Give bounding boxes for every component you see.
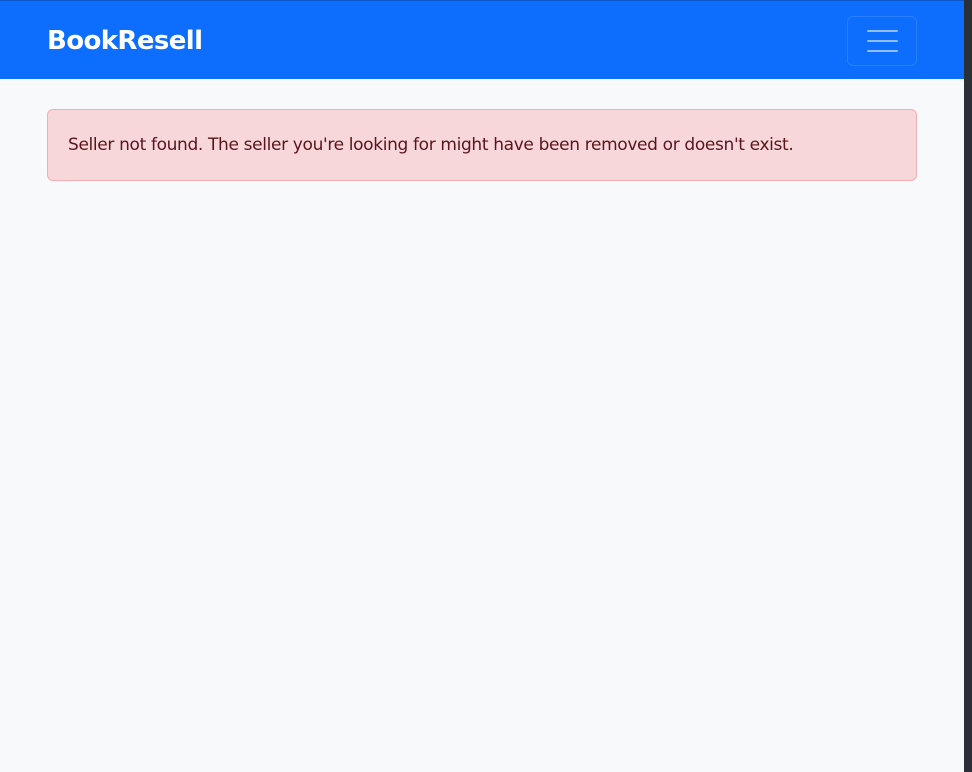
brand-link[interactable]: BookResell xyxy=(47,23,203,59)
alert-message: Seller not found. The seller you're look… xyxy=(68,135,794,155)
scrollbar[interactable] xyxy=(964,0,972,772)
top-navbar: BookResell xyxy=(0,0,964,79)
page-viewport: BookResell Seller not found. The seller … xyxy=(0,0,964,772)
hamburger-menu-icon xyxy=(867,28,898,54)
error-alert: Seller not found. The seller you're look… xyxy=(47,109,917,181)
navbar-toggle-button[interactable] xyxy=(847,16,917,66)
